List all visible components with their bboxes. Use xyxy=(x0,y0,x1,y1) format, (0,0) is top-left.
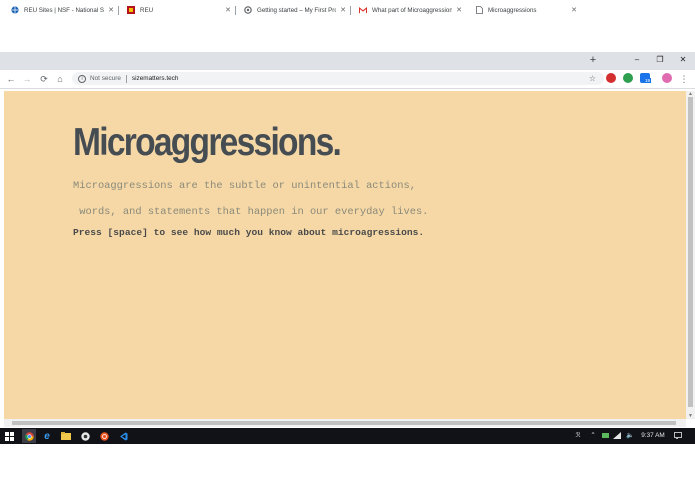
tab-title: Microaggressions xyxy=(488,6,537,14)
ubuntu-icon[interactable] xyxy=(97,429,111,443)
gmail-icon xyxy=(359,6,367,14)
action-center-icon[interactable] xyxy=(672,428,684,444)
new-tab-button[interactable]: + xyxy=(586,53,600,67)
windows-start-icon[interactable] xyxy=(2,429,16,443)
tab-close-icon[interactable]: ✕ xyxy=(570,6,578,14)
home-button[interactable]: ⌂ xyxy=(53,72,67,86)
horizontal-scroll-thumb[interactable] xyxy=(12,421,676,425)
tab-title: What part of Microaggressions xyxy=(372,6,452,14)
tray-app-icon[interactable] xyxy=(600,428,610,444)
chrome-menu-button[interactable]: ⋮ xyxy=(677,72,691,86)
security-label: Not secure xyxy=(90,75,121,82)
tab-title: REU Sites | NSF - National Science Found… xyxy=(24,6,104,14)
document-icon xyxy=(475,6,483,14)
gear-icon xyxy=(244,6,252,14)
tab-getting-started[interactable]: Getting started – My First Project ✕ xyxy=(236,2,351,18)
forward-button[interactable]: → xyxy=(20,72,34,86)
tab-close-icon[interactable]: ✕ xyxy=(107,6,115,14)
close-window-button[interactable]: ✕ xyxy=(671,52,695,68)
extension-blue-icon[interactable]: 19 xyxy=(640,73,652,83)
nsf-globe-icon xyxy=(11,6,19,14)
bottom-margin xyxy=(0,444,695,494)
vscode-icon[interactable] xyxy=(116,429,130,443)
show-hidden-icons-chevron-icon[interactable]: ⌃ xyxy=(588,428,598,444)
press-space-prompt: Press [space] to see how much you know a… xyxy=(73,227,425,238)
tab-reu[interactable]: REU ✕ xyxy=(119,2,236,18)
extension-badge: 19 xyxy=(644,78,652,83)
chrome-icon[interactable] xyxy=(22,429,36,443)
vertical-scroll-thumb[interactable] xyxy=(688,97,693,407)
address-divider xyxy=(125,74,127,83)
app-icon[interactable] xyxy=(78,429,92,443)
tab-what-part-of-microaggressions[interactable]: What part of Microaggressions ✕ xyxy=(351,2,467,18)
reu-logo-icon xyxy=(127,6,135,14)
site-info-icon[interactable]: i xyxy=(78,74,86,83)
people-icon[interactable]: ℛ xyxy=(572,428,584,444)
volume-icon[interactable]: 🔈 xyxy=(624,428,636,444)
tab-close-icon[interactable]: ✕ xyxy=(224,6,232,14)
maximize-button[interactable]: ❐ xyxy=(648,52,672,68)
subtitle-line-2: words, and statements that happen in our… xyxy=(73,206,429,218)
extension-red-icon[interactable] xyxy=(606,73,616,83)
tab-title: REU xyxy=(140,6,154,14)
bookmark-star-icon[interactable]: ☆ xyxy=(589,72,596,85)
tab-close-icon[interactable]: ✕ xyxy=(455,6,463,14)
tab-close-icon[interactable]: ✕ xyxy=(339,6,347,14)
tab-reu-sites-nsf[interactable]: REU Sites | NSF - National Science Found… xyxy=(3,2,119,18)
network-icon[interactable] xyxy=(612,428,622,444)
subtitle-line-1: Microaggressions are the subtle or unint… xyxy=(73,180,416,192)
tab-title: Getting started – My First Project xyxy=(257,6,336,14)
scroll-down-icon[interactable]: ▼ xyxy=(686,413,695,419)
minimize-button[interactable]: – xyxy=(625,52,649,68)
url-text[interactable]: sizematters.tech xyxy=(132,75,179,82)
file-explorer-icon[interactable] xyxy=(59,429,73,443)
edge-icon[interactable]: e xyxy=(40,429,54,443)
tab-microaggressions[interactable]: Microaggressions ✕ xyxy=(467,2,582,18)
page-headline: Microaggressions. xyxy=(73,121,342,164)
reload-button[interactable]: ⟳ xyxy=(37,72,51,86)
horizontal-scrollbar[interactable] xyxy=(4,419,686,427)
profile-avatar[interactable] xyxy=(662,73,672,83)
vertical-scrollbar[interactable]: ▲ ▼ xyxy=(686,91,695,419)
back-button[interactable]: ← xyxy=(4,72,18,86)
address-bar[interactable]: i Not secure sizematters.tech ☆ xyxy=(72,72,604,85)
extension-green-icon[interactable] xyxy=(623,73,633,83)
page-subtitle: Microaggressions are the subtle or unint… xyxy=(73,167,473,232)
taskbar-clock[interactable]: 9:37 AM xyxy=(638,428,668,444)
